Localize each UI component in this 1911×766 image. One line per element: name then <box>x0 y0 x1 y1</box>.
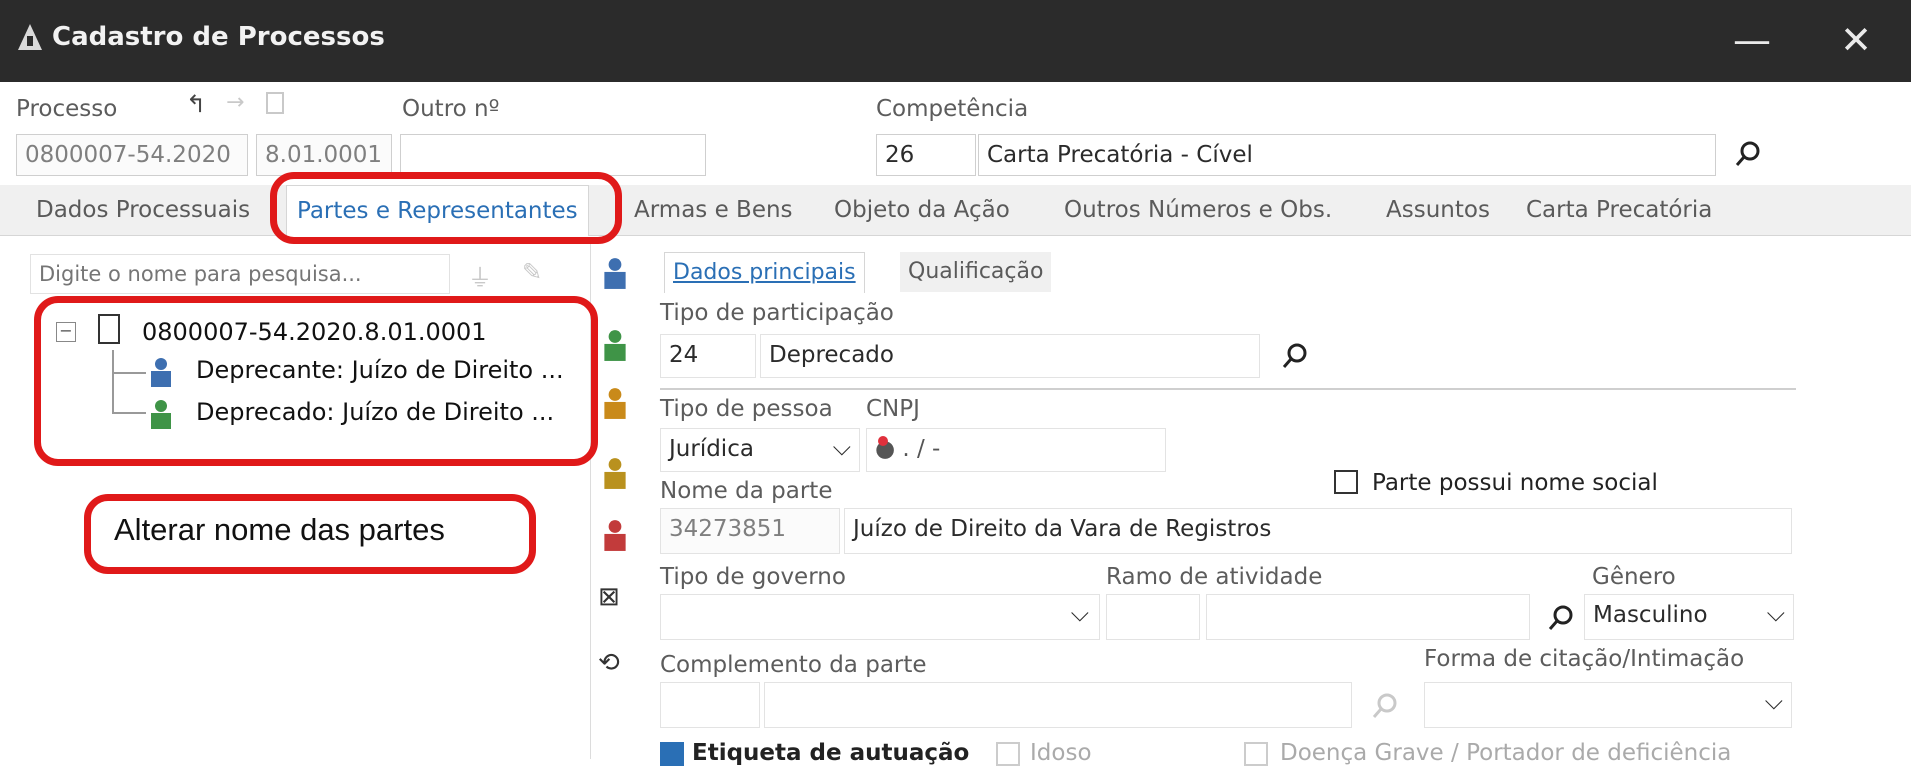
tab-outros-numeros[interactable]: Outros Números e Obs. <box>1054 185 1342 235</box>
tab-armas-bens[interactable]: Armas e Bens <box>624 185 803 235</box>
nome-social-checkbox[interactable] <box>1334 470 1358 494</box>
search-icon[interactable] <box>1282 342 1310 370</box>
forma-citacao-select[interactable]: ⌵ <box>1424 682 1792 728</box>
nome-parte-code-field[interactable]: 34273851 <box>660 508 840 554</box>
parte-search-input[interactable] <box>30 254 450 294</box>
competencia-name-input[interactable]: Carta Precatória - Cível <box>978 134 1716 176</box>
processo-number-field[interactable]: 0800007-54.2020 <box>16 134 248 176</box>
tipo-governo-select[interactable]: ⌵ <box>660 594 1100 640</box>
tipo-participacao-name-input[interactable]: Deprecado <box>760 334 1260 378</box>
nome-parte-input[interactable]: Juízo de Direito da Vara de Registros <box>844 508 1792 554</box>
chevron-down-icon: ⌵ <box>1766 599 1785 627</box>
chevron-down-icon: ⌵ <box>1070 599 1089 627</box>
complemento-code-input[interactable] <box>660 682 760 728</box>
idoso-label: Idoso <box>1030 740 1092 766</box>
doenca-label: Doença Grave / Portador de deficiência <box>1280 740 1732 766</box>
close-button[interactable]: ✕ <box>1826 14 1886 66</box>
forma-citacao-label: Forma de citação/Intimação <box>1424 646 1745 672</box>
tipo-participacao-label: Tipo de participação <box>660 300 894 326</box>
etiqueta-label: Etiqueta de autuação <box>692 740 970 766</box>
app-icon <box>18 24 42 50</box>
complemento-name-input[interactable] <box>764 682 1352 728</box>
edit-icon[interactable]: ✎ <box>522 258 542 286</box>
complemento-label: Complemento da parte <box>660 652 927 678</box>
processo-suffix-field[interactable]: 8.01.0001 <box>256 134 392 176</box>
search-icon[interactable] <box>1372 692 1400 720</box>
etiqueta-checkbox[interactable] <box>660 742 684 766</box>
genero-value: Masculino <box>1593 602 1708 628</box>
ramo-atividade-code-input[interactable] <box>1106 594 1200 640</box>
search-icon[interactable] <box>1735 140 1763 168</box>
ramo-atividade-name-input[interactable] <box>1206 594 1530 640</box>
replace-parte-icon[interactable]: ⟲ <box>598 648 620 678</box>
chevron-down-icon: ⌵ <box>1764 687 1783 715</box>
cnpj-label: CNPJ <box>866 396 920 422</box>
filter-icon[interactable]: ⏚ <box>468 258 492 293</box>
genero-label: Gênero <box>1592 564 1676 590</box>
window-title: Cadastro de Processos <box>52 22 385 52</box>
add-deprecante-icon[interactable] <box>600 256 630 290</box>
nome-social-label: Parte possui nome social <box>1372 470 1658 496</box>
idoso-checkbox[interactable] <box>996 742 1020 766</box>
ramo-atividade-label: Ramo de atividade <box>1106 564 1323 590</box>
tab-assuntos[interactable]: Assuntos <box>1376 185 1500 235</box>
search-icon[interactable] <box>1548 604 1576 632</box>
undo-icon[interactable]: ↰ <box>186 90 206 118</box>
tipo-pessoa-select[interactable]: Jurídica ⌵ <box>660 428 860 472</box>
doenca-checkbox[interactable] <box>1244 742 1268 766</box>
add-testemunha-icon[interactable] <box>600 518 630 552</box>
tab-objeto-acao[interactable]: Objeto da Ação <box>824 185 1020 235</box>
chevron-down-icon: ⌵ <box>832 433 851 461</box>
add-deprecado-icon[interactable] <box>600 328 630 362</box>
add-advogado-icon[interactable] <box>600 386 630 420</box>
outro-label: Outro nº <box>402 96 500 122</box>
outro-numero-input[interactable] <box>400 134 706 176</box>
tree-highlight-box <box>34 296 598 466</box>
competencia-label: Competência <box>876 96 1029 122</box>
document-icon <box>266 92 284 114</box>
tab-carta-precatoria[interactable]: Carta Precatória <box>1516 185 1722 235</box>
tipo-pessoa-value: Jurídica <box>669 436 754 462</box>
tab-highlight-box <box>270 172 622 244</box>
genero-select[interactable]: Masculino ⌵ <box>1584 594 1794 640</box>
annotation-text: Alterar nome das partes <box>114 512 445 547</box>
title-bar: Cadastro de Processos — ✕ <box>0 0 1911 82</box>
remove-parte-icon[interactable]: ⊠ <box>598 582 620 612</box>
subtab-dados-principais[interactable]: Dados principais <box>664 252 865 293</box>
tipo-participacao-code-input[interactable]: 24 <box>660 334 756 378</box>
add-representante-icon[interactable] <box>600 456 630 490</box>
tipo-pessoa-label: Tipo de pessoa <box>660 396 833 422</box>
cnpj-input[interactable]: ● . / - <box>866 428 1166 472</box>
tipo-governo-label: Tipo de governo <box>660 564 846 590</box>
subtab-qualificacao[interactable]: Qualificação <box>900 252 1052 292</box>
processo-label: Processo <box>16 96 118 122</box>
competencia-code-input[interactable]: 26 <box>876 134 976 176</box>
minimize-button[interactable]: — <box>1722 14 1782 66</box>
tab-dados-processuais[interactable]: Dados Processuais <box>26 185 260 235</box>
nome-parte-label: Nome da parte <box>660 478 833 504</box>
arrow-icon: → <box>226 90 245 115</box>
required-dot <box>878 436 888 446</box>
section-divider <box>660 388 1796 390</box>
